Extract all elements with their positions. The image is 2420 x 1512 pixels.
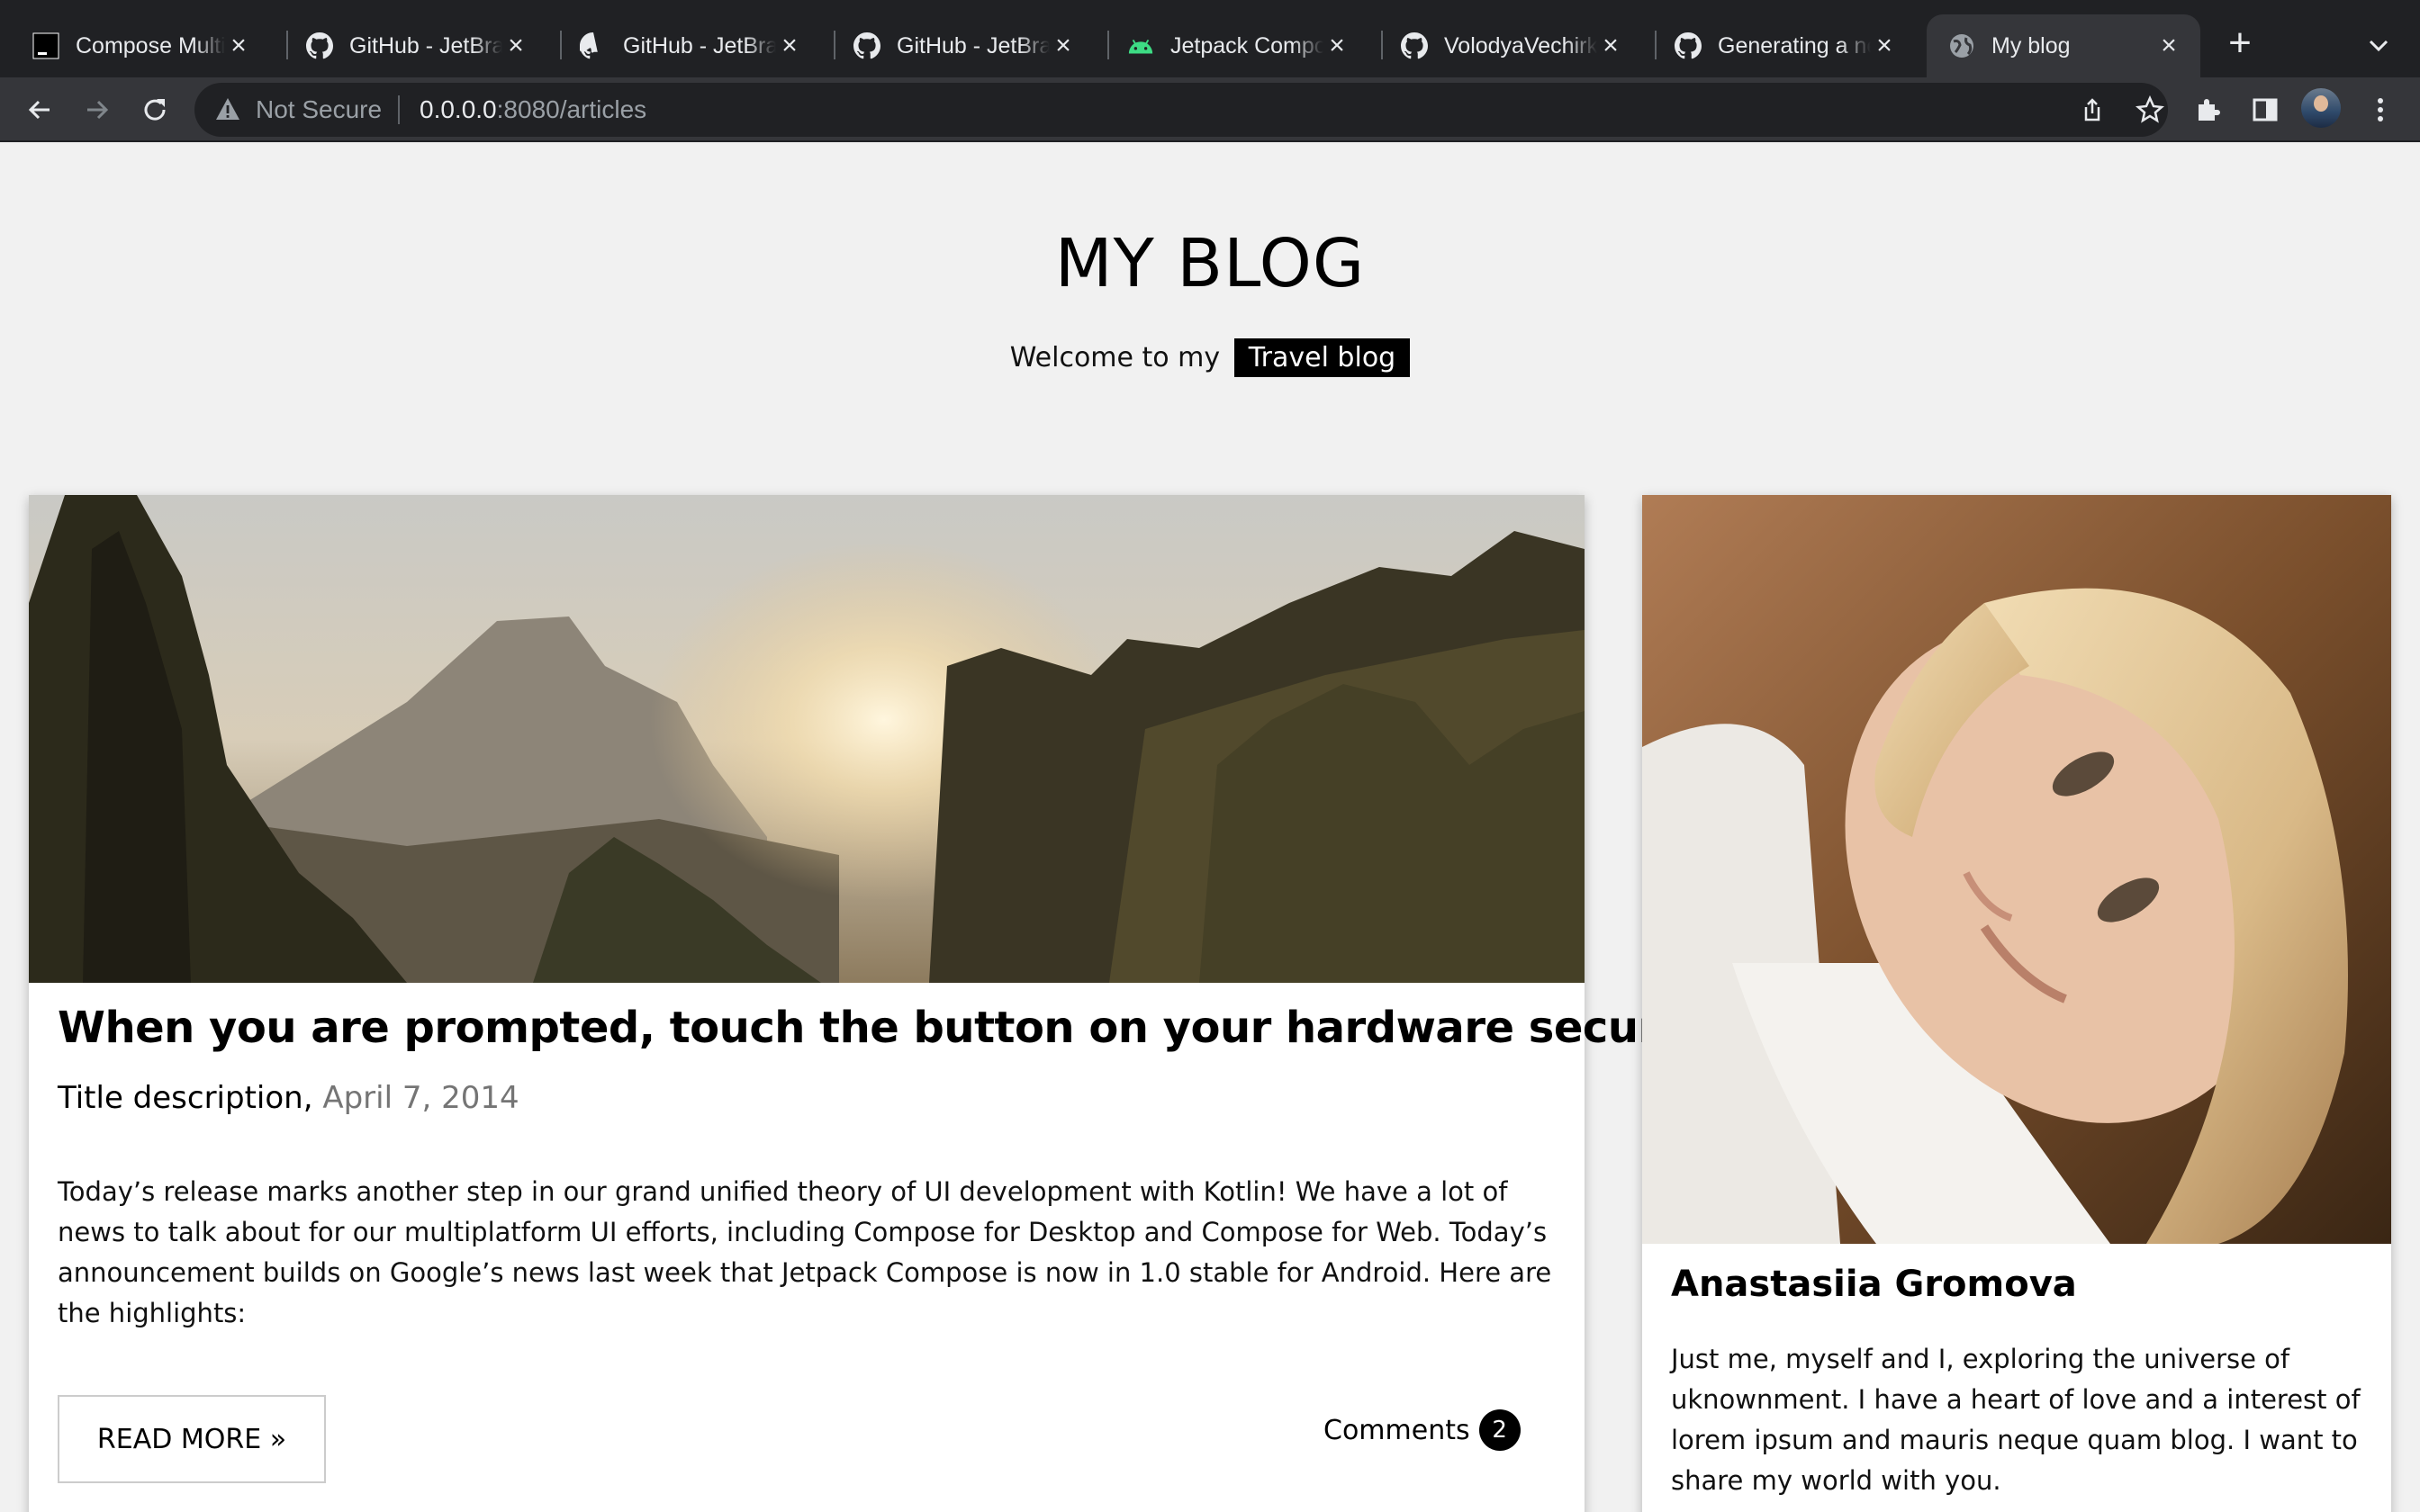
tab-title: VolodyaVechirko <box>1444 32 1597 58</box>
arrow-left-icon <box>28 100 50 120</box>
share-button[interactable] <box>2072 90 2112 130</box>
forward-button[interactable] <box>77 90 117 130</box>
browser-menu-button[interactable] <box>2361 90 2400 130</box>
github-icon <box>853 32 880 59</box>
comments-label: Comments <box>1323 1414 1470 1446</box>
page-content: MY BLOG Welcome to my Travel blog When y… <box>0 142 2420 1512</box>
url-host: 0.0.0.0 <box>420 95 497 123</box>
chevron-down-icon <box>2369 40 2388 52</box>
article-subtitle: Title description, <box>58 1080 313 1116</box>
author-name: Anastasiia Gromova <box>1671 1264 2077 1305</box>
tab-title: Jetpack Compose <box>1170 32 1323 58</box>
star-icon <box>2136 95 2164 123</box>
avatar[interactable] <box>2301 88 2341 128</box>
new-tab-button[interactable]: + <box>2222 23 2258 63</box>
close-icon[interactable]: × <box>776 32 803 59</box>
address-bar[interactable]: Not Secure 0.0.0.0:8080/articles <box>194 83 2168 137</box>
side-panel-button[interactable] <box>2245 90 2285 130</box>
kebab-menu-icon <box>2378 98 2383 122</box>
tab-volodyavechirko[interactable]: VolodyaVechirko × <box>1368 14 1642 77</box>
tab-title: Generating a new <box>1718 32 1871 58</box>
reload-button[interactable] <box>135 90 175 130</box>
security-label[interactable]: Not Secure <box>256 95 382 124</box>
github-icon <box>1401 32 1428 59</box>
blog-tag: Travel blog <box>1233 338 1411 377</box>
github-icon <box>1675 32 1702 59</box>
tab-compose-multiplatform[interactable]: Compose Multiplatform × <box>0 14 270 77</box>
android-icon <box>1127 32 1154 59</box>
tab-title: GitHub - JetBrains <box>897 32 1050 58</box>
close-icon[interactable]: × <box>225 32 252 59</box>
tab-title: GitHub - JetBrains <box>349 32 502 58</box>
comments-link[interactable]: Comments 2 <box>1323 1409 1521 1451</box>
welcome-text: Welcome to my <box>1009 342 1221 374</box>
tab-github-jetbrains-2[interactable]: GitHub - JetBrains × <box>547 14 821 77</box>
tab-my-blog[interactable]: My blog × <box>1927 14 2200 77</box>
github-icon <box>580 32 607 59</box>
tab-jetpack-compose[interactable]: Jetpack Compose × <box>1095 14 1368 77</box>
article-date: April 7, 2014 <box>322 1080 519 1116</box>
back-button[interactable] <box>20 90 59 130</box>
warning-icon[interactable] <box>214 95 241 122</box>
author-bio: Just me, myself and I, exploring the uni… <box>1671 1344 2361 1496</box>
tab-search-button[interactable] <box>2362 29 2395 61</box>
close-icon[interactable]: × <box>1871 32 1898 59</box>
share-icon <box>2084 98 2100 122</box>
read-more-button[interactable]: READ MORE » <box>58 1395 326 1483</box>
reload-icon <box>144 99 166 121</box>
blog-title: MY BLOG <box>1054 225 1366 302</box>
url-text[interactable]: 0.0.0.0:8080/articles <box>420 95 646 124</box>
globe-icon <box>1948 32 1975 59</box>
tab-generating-a-new[interactable]: Generating a new × <box>1642 14 1916 77</box>
close-icon[interactable]: × <box>1323 32 1350 59</box>
tab-title: My blog <box>1991 32 2071 58</box>
author-card: Anastasiia Gromova Just me, myself and I… <box>1642 495 2391 1512</box>
close-icon[interactable]: × <box>1050 32 1077 59</box>
article-title[interactable]: When you are prompted, touch the button … <box>58 1003 1832 1053</box>
welcome-line: Welcome to my Travel blog <box>0 338 2420 377</box>
omnibox-divider <box>398 95 400 124</box>
close-icon[interactable]: × <box>2155 32 2182 59</box>
author-photo <box>1642 495 2391 1244</box>
puzzle-icon <box>2199 99 2220 121</box>
close-icon[interactable]: × <box>1597 32 1624 59</box>
tab-github-jetbrains-1[interactable]: GitHub - JetBrains × <box>274 14 547 77</box>
article-body: Today’s release marks another step in ou… <box>58 1176 1552 1328</box>
github-icon <box>306 32 333 59</box>
arrow-right-icon <box>87 100 109 120</box>
extensions-button[interactable] <box>2188 90 2227 130</box>
tab-title: Compose Multiplatform <box>76 32 225 58</box>
bookmark-button[interactable] <box>2130 90 2170 130</box>
comments-count-badge: 2 <box>1478 1409 1521 1451</box>
article-image <box>29 495 1585 983</box>
terminal-icon <box>32 32 59 59</box>
close-icon[interactable]: × <box>502 32 529 59</box>
browser-toolbar: Not Secure 0.0.0.0:8080/articles <box>0 77 2420 142</box>
article-card: When you are prompted, touch the button … <box>29 495 1832 1512</box>
side-panel-icon <box>2253 98 2278 122</box>
tab-strip: Compose Multiplatform × GitHub - JetBrai… <box>0 0 2420 77</box>
tab-github-jetbrains-3[interactable]: GitHub - JetBrains × <box>821 14 1095 77</box>
tab-title: GitHub - JetBrains <box>623 32 776 58</box>
url-path: :8080/articles <box>496 95 647 123</box>
article-subtitle-line: Title description, April 7, 2014 <box>58 1080 519 1116</box>
